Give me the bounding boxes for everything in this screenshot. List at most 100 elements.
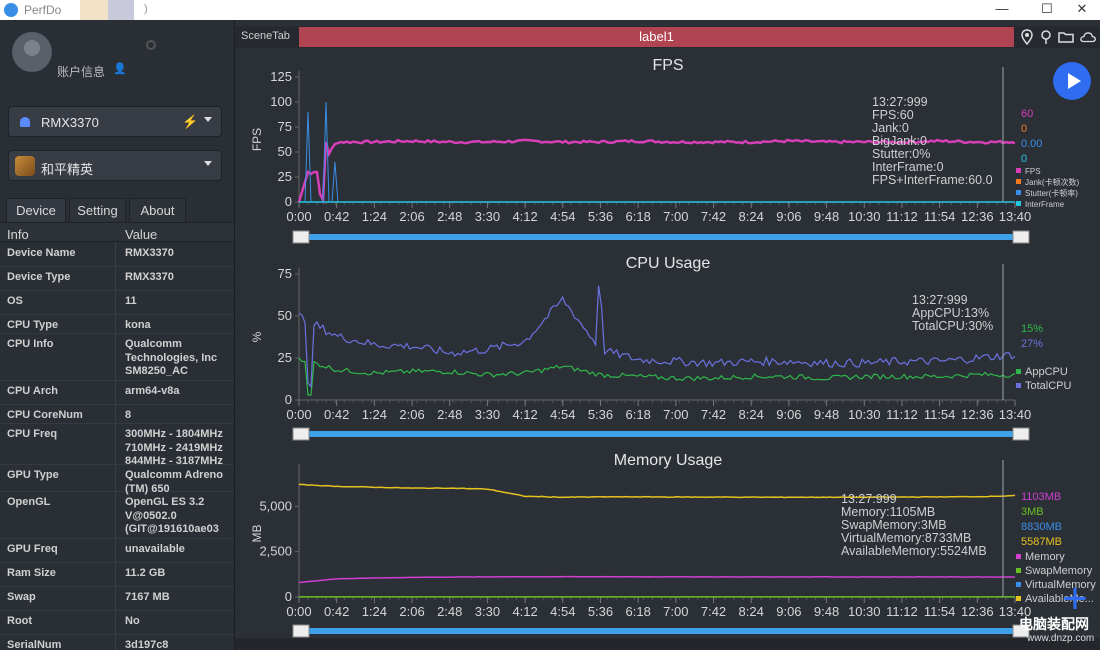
folder-icon[interactable]	[1057, 28, 1075, 46]
x-tick-label: 3:30	[475, 407, 500, 422]
app-select-value: 和平精英	[41, 162, 94, 177]
info-value: OpenGL ES 3.2 V@0502.0 (GIT@191610ae03	[125, 496, 219, 535]
device-select[interactable]: RMX3370 ⚡	[8, 106, 222, 137]
x-tick-label: 0:00	[286, 209, 311, 224]
legend-swatch	[1016, 190, 1021, 195]
main-panel: SceneTab label1 FPS FPS 0 25 50 75 100 125 0:00 0…	[234, 20, 1100, 650]
table-row: OS 11	[0, 291, 234, 315]
table-row: CPU Info Qualcomm Technologies, Inc SM825…	[0, 334, 234, 381]
info-key: GPU Freq	[7, 543, 58, 555]
title-decoration	[80, 0, 108, 20]
info-key: OS	[7, 295, 23, 307]
tab-setting[interactable]: Setting	[69, 198, 126, 222]
x-tick-label: 5:36	[588, 209, 613, 224]
chevron-down-icon	[204, 117, 212, 122]
x-tick-label: 11:12	[886, 407, 918, 422]
x-tick-label: 12:36	[961, 604, 994, 619]
tab-about[interactable]: About	[129, 198, 186, 222]
slider-left-handle	[292, 230, 310, 244]
x-tick-label: 2:48	[437, 209, 462, 224]
x-tick-label: 11:54	[924, 407, 956, 422]
current-value: 3MB	[1021, 506, 1044, 518]
x-tick-label: 9:48	[814, 604, 839, 619]
cpu-chart-svg: CPU Usage% 0 25 50 75 0:00 0:42 1:24 2:06 2:48 3:3…	[250, 255, 1072, 441]
tooltip-line: Stutter:0%	[872, 147, 930, 161]
fps-chart[interactable]: FPS FPS 0 25 50 75 100 125 0:00 0:42 1:24 2:06 2:48 3…	[235, 50, 1100, 245]
marker-icon[interactable]	[1037, 28, 1055, 46]
current-value: 0	[1021, 153, 1027, 165]
tooltip-line: FPS+InterFrame:60.0	[872, 173, 993, 187]
info-key: Device Name	[7, 247, 76, 259]
time-range-slider	[299, 628, 1019, 634]
x-tick-label: 7:42	[701, 407, 726, 422]
watermark-url: www.dnzp.com	[1027, 633, 1095, 644]
info-key: Device Type	[7, 271, 71, 283]
fps-chart-title: FPS	[652, 57, 683, 74]
x-tick-label: 7:42	[701, 209, 726, 224]
tooltip-line: 13:27:999	[912, 293, 968, 307]
y-tick-label: 125	[270, 69, 292, 84]
header-info: Info	[7, 227, 29, 242]
play-button[interactable]	[1053, 62, 1091, 100]
title-bar: PerfDo ) — ☐ ✕	[0, 0, 1100, 20]
table-row: Device Type RMX3370	[0, 267, 234, 291]
connection-link-icon[interactable]: ⚡	[182, 114, 198, 130]
user-settings-icon[interactable]: 👤	[113, 62, 127, 75]
close-icon[interactable]: ✕	[1060, 0, 1100, 20]
y-tick-label: 75	[278, 266, 292, 281]
legend-swatch	[1016, 383, 1021, 388]
legend-swatch	[1016, 168, 1021, 173]
scene-tab-label[interactable]: SceneTab	[241, 30, 290, 42]
table-row: Root No	[0, 611, 234, 635]
device-select-value: RMX3370	[41, 115, 99, 130]
tooltip-line: 13:27:999	[872, 95, 928, 109]
info-value: RMX3370	[125, 271, 174, 283]
table-row: SerialNum 3d197c8	[0, 635, 234, 650]
series-line-memory	[298, 575, 1015, 584]
info-key: CPU Freq	[7, 428, 58, 440]
legend-entry: Memory	[1025, 551, 1065, 563]
minimize-icon[interactable]: —	[980, 0, 1024, 20]
x-tick-label: 6:18	[626, 604, 651, 619]
scene-label-bar[interactable]: label1	[299, 27, 1014, 47]
x-tick-label: 2:48	[437, 407, 462, 422]
tooltip-line: AppCPU:13%	[912, 306, 989, 320]
legend-entry: Jank(卡顿次数)	[1025, 177, 1080, 187]
cpu-chart-title: CPU Usage	[626, 255, 711, 272]
legend-swatch	[1016, 582, 1021, 587]
current-value: 1103MB	[1021, 491, 1061, 503]
info-value: kona	[125, 319, 151, 331]
avatar[interactable]	[12, 32, 52, 72]
table-header: Info Value	[0, 222, 234, 242]
watermark-title: 电脑装配网	[1019, 616, 1089, 632]
tooltip-line: InterFrame:0	[872, 160, 944, 174]
time-range-slider	[299, 234, 1019, 240]
app-select[interactable]: 和平精英	[8, 150, 222, 181]
x-tick-label: 2:48	[437, 604, 462, 619]
info-value: 11.2 GB	[125, 567, 166, 579]
info-value: 8	[125, 409, 132, 421]
x-tick-label: 13:40	[999, 209, 1032, 224]
cpu-chart[interactable]: CPU Usage% 0 25 50 75 0:00 0:42 1:24 2:06 2:48 3:3…	[235, 248, 1100, 444]
x-tick-label: 2:06	[399, 209, 424, 224]
info-key: GPU Type	[7, 469, 59, 481]
tooltip-line: Memory:1105MB	[841, 505, 935, 519]
memory-chart[interactable]: Memory Usage MB 0 2,500 5,000 0:00 0:42 1:24 2:0…	[235, 445, 1100, 640]
table-row: Swap 7167 MB	[0, 587, 234, 611]
fps-y-label: FPS	[250, 128, 264, 151]
info-key: CPU Info	[7, 338, 54, 350]
current-value: 0	[1021, 123, 1027, 135]
tab-device[interactable]: Device	[6, 198, 66, 222]
info-key: CPU CoreNum	[7, 409, 83, 421]
info-key: CPU Type	[7, 319, 59, 331]
app-logo-icon	[4, 3, 18, 17]
x-tick-label: 12:36	[961, 407, 994, 422]
account-info-label[interactable]: 账户信息	[57, 63, 105, 80]
location-pin-icon[interactable]	[1018, 28, 1036, 46]
x-tick-label: 9:06	[776, 604, 801, 619]
current-value: 60	[1021, 108, 1033, 120]
window-title: PerfDo	[24, 3, 62, 17]
cloud-icon[interactable]	[1079, 28, 1097, 46]
window-subtitle: )	[144, 3, 148, 15]
x-tick-label: 12:36	[961, 209, 994, 224]
